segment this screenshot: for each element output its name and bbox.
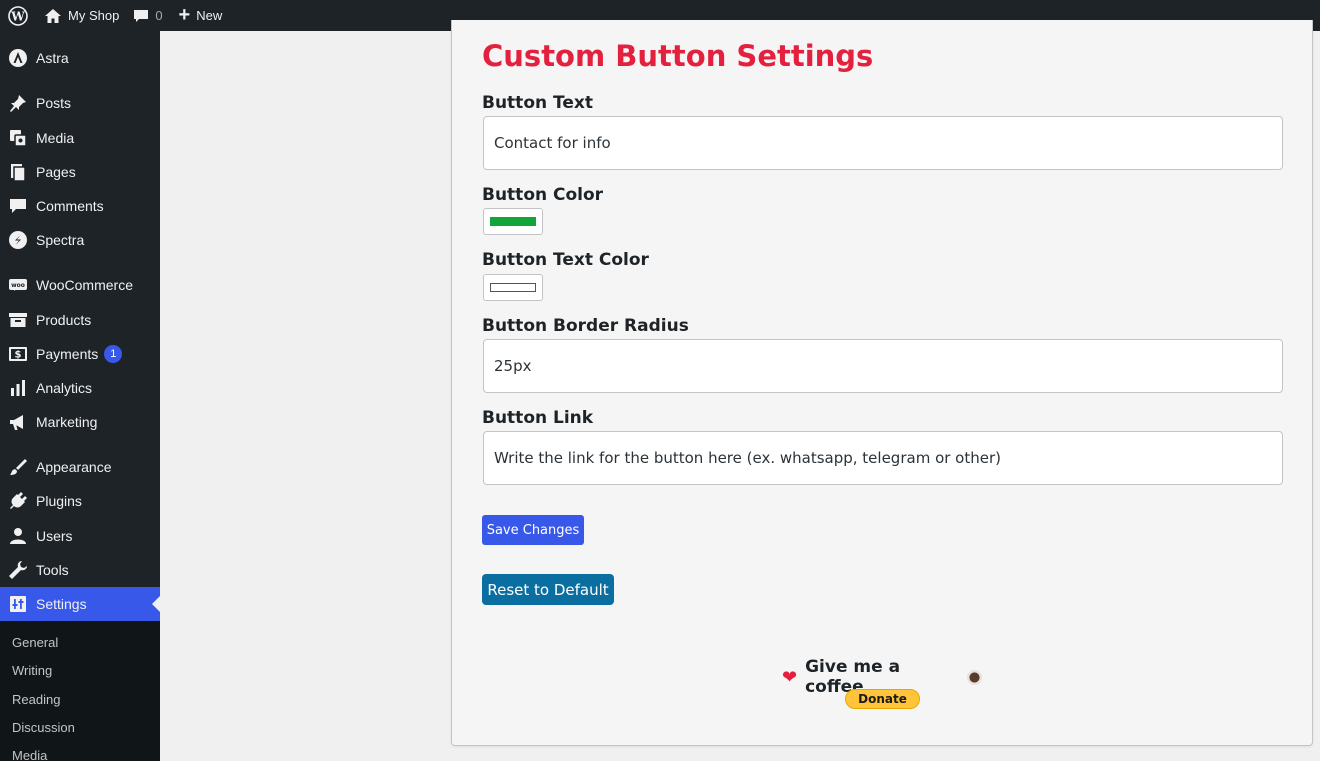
button-text-label: Button Text [482,93,593,113]
sidebar-item-products[interactable]: Products [0,303,160,337]
submenu-item-general[interactable]: General [12,635,58,650]
button-text-color-swatch [490,283,536,292]
button-text-color-label: Button Text Color [482,250,649,270]
sidebar-item-label: Spectra [36,232,85,248]
sidebar-item-posts[interactable]: Posts [0,86,160,120]
submenu-item-writing[interactable]: Writing [12,663,52,678]
wrench-icon [0,560,36,580]
svg-text:W: W [10,9,25,23]
chart-icon [0,378,36,398]
sidebar-item-label: Astra [36,50,69,66]
payments-icon: $ [0,344,36,364]
admin-sidebar: Astra Posts Media Pages Comments Spectra… [0,31,160,761]
svg-text:woo: woo [11,282,25,289]
sidebar-item-comments[interactable]: Comments [0,189,160,223]
media-icon [0,128,36,148]
woo-icon: woo [0,275,36,295]
brush-icon [0,457,36,477]
sidebar-item-analytics[interactable]: Analytics [0,371,160,405]
comment-icon [0,196,36,216]
sidebar-item-label: Users [36,528,73,544]
sidebar-item-plugins[interactable]: Plugins [0,484,160,518]
sidebar-item-label: Marketing [36,414,98,430]
megaphone-icon [0,412,36,432]
comment-icon [134,9,149,22]
sidebar-item-label: Posts [36,95,72,111]
sidebar-item-label: Plugins [36,493,82,509]
sidebar-item-settings[interactable]: Settings [0,587,160,621]
settings-panel: Custom Button Settings Button Text Conta… [451,20,1313,746]
button-color-picker[interactable] [483,208,543,235]
save-changes-button[interactable]: Save Changes [482,515,584,545]
button-color-label: Button Color [482,185,604,205]
donate-button[interactable]: Donate [845,689,920,709]
plug-icon [0,491,36,511]
button-link-input[interactable]: Write the link for the button here (ex. … [483,431,1283,485]
pages-icon [0,162,36,182]
button-text-input[interactable]: Contact for info [483,116,1283,170]
sidebar-item-spectra[interactable]: Spectra [0,223,160,257]
sidebar-item-marketing[interactable]: Marketing [0,405,160,439]
spectra-icon [0,230,36,250]
sidebar-item-label: Payments [36,346,99,362]
svg-text:$: $ [15,350,22,361]
astra-icon [0,48,36,68]
sidebar-item-pages[interactable]: Pages [0,155,160,189]
border-radius-label: Button Border Radius [482,316,689,336]
wordpress-logo-icon[interactable]: W [0,0,36,31]
site-name: My Shop [68,8,120,23]
sidebar-item-label: Analytics [36,380,93,396]
coffee-message: ❤ Give me a coffee [782,657,982,697]
sidebar-item-label: Pages [36,164,76,180]
heart-icon: ❤ [782,666,798,688]
sidebar-item-label: Media [36,130,75,146]
button-text-color-picker[interactable] [483,274,543,301]
submenu-item-discussion[interactable]: Discussion [12,720,75,735]
sidebar-item-media[interactable]: Media [0,121,160,155]
new-content-link[interactable]: + New [173,0,231,31]
sidebar-item-payments[interactable]: $ Payments 1 [0,337,160,371]
notification-badge: 1 [104,345,123,363]
comments-link[interactable]: 0 [129,0,172,31]
sidebar-item-label: Tools [36,562,69,578]
sidebar-item-users[interactable]: Users [0,519,160,553]
settings-submenu: General Writing Reading Discussion Media [0,621,160,761]
site-name-link[interactable]: My Shop [36,0,129,31]
page-title: Custom Button Settings [482,39,874,73]
button-link-label: Button Link [482,408,594,428]
button-color-swatch [490,217,536,226]
submenu-item-reading[interactable]: Reading [12,692,60,707]
sidebar-item-label: Settings [36,596,87,612]
coffee-cup-icon [967,669,982,685]
sidebar-item-label: Appearance [36,459,112,475]
sidebar-item-label: WooCommerce [36,277,133,293]
home-icon [45,8,61,23]
sidebar-item-woocommerce[interactable]: woo WooCommerce [0,268,160,302]
sidebar-item-label: Comments [36,198,104,214]
sidebar-item-label: Products [36,312,92,328]
sidebar-item-tools[interactable]: Tools [0,553,160,587]
sidebar-item-astra[interactable]: Astra [0,41,160,75]
submenu-item-media[interactable]: Media [12,748,47,761]
comments-count: 0 [155,8,163,23]
plus-icon: + [178,3,191,26]
border-radius-input[interactable]: 25px [483,339,1283,393]
pin-icon [0,93,36,113]
sidebar-item-appearance[interactable]: Appearance [0,450,160,484]
archive-icon [0,310,36,330]
settings-icon [0,594,36,614]
new-label: New [196,8,223,23]
reset-to-default-button[interactable]: Reset to Default [482,574,614,605]
user-icon [0,526,36,546]
